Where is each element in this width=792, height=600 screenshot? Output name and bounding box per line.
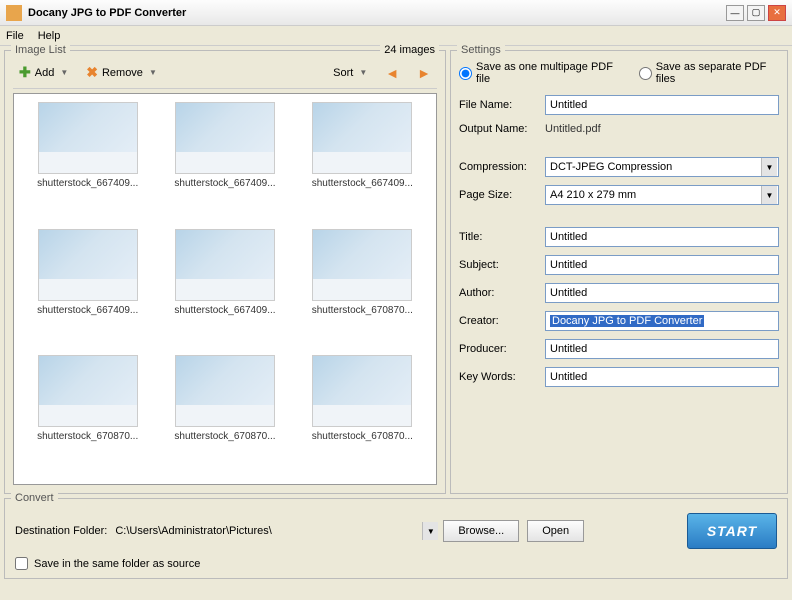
filename-label: File Name:: [459, 99, 539, 111]
thumbnail[interactable]: shutterstock_667409...: [159, 229, 290, 350]
browse-button[interactable]: Browse...: [443, 520, 519, 542]
menu-file[interactable]: File: [6, 30, 24, 42]
window-title: Docany JPG to PDF Converter: [28, 7, 726, 19]
open-button[interactable]: Open: [527, 520, 584, 542]
subject-label: Subject:: [459, 259, 539, 271]
thumbnail-grid[interactable]: shutterstock_667409... shutterstock_6674…: [13, 93, 437, 485]
minimize-button[interactable]: —: [726, 5, 744, 21]
add-button[interactable]: ✚Add▼: [13, 62, 74, 83]
app-icon: [6, 5, 22, 21]
compression-label: Compression:: [459, 161, 539, 173]
keywords-label: Key Words:: [459, 371, 539, 383]
outputname-value: Untitled.pdf: [545, 123, 601, 135]
pagesize-label: Page Size:: [459, 189, 539, 201]
thumbnail[interactable]: shutterstock_670870...: [297, 229, 428, 350]
chevron-down-icon[interactable]: ▼: [60, 68, 68, 77]
thumbnail[interactable]: shutterstock_670870...: [297, 355, 428, 476]
chevron-down-icon: ▼: [761, 158, 777, 176]
creator-label: Creator:: [459, 315, 539, 327]
thumbnail[interactable]: shutterstock_670870...: [159, 355, 290, 476]
chevron-down-icon: ▼: [761, 186, 777, 204]
radio-separate[interactable]: Save as separate PDF files: [639, 61, 779, 85]
arrow-right-icon: ►: [417, 65, 431, 81]
producer-input[interactable]: [545, 339, 779, 359]
convert-title: Convert: [11, 492, 58, 504]
prev-button[interactable]: ◄: [379, 63, 405, 83]
thumbnail[interactable]: shutterstock_667409...: [159, 102, 290, 223]
title-input[interactable]: [545, 227, 779, 247]
destfolder-select[interactable]: C:\Users\Administrator\Pictures\▼: [115, 522, 435, 540]
start-button[interactable]: START: [687, 513, 777, 549]
chevron-down-icon[interactable]: ▼: [149, 68, 157, 77]
samefolder-checkbox[interactable]: Save in the same folder as source: [15, 557, 777, 570]
sort-button[interactable]: Sort▼: [327, 65, 373, 81]
thumbnail[interactable]: shutterstock_667409...: [22, 102, 153, 223]
keywords-input[interactable]: [545, 367, 779, 387]
destfolder-label: Destination Folder:: [15, 525, 107, 537]
plus-icon: ✚: [19, 64, 31, 81]
remove-button[interactable]: ✖Remove▼: [80, 62, 163, 83]
thumbnail[interactable]: shutterstock_670870...: [22, 355, 153, 476]
pagesize-select[interactable]: A4 210 x 279 mm▼: [545, 185, 779, 205]
close-button[interactable]: ✕: [768, 5, 786, 21]
title-label: Title:: [459, 231, 539, 243]
chevron-down-icon: ▼: [422, 522, 438, 540]
chevron-down-icon[interactable]: ▼: [359, 68, 367, 77]
maximize-button[interactable]: ▢: [747, 5, 765, 21]
arrow-left-icon: ◄: [385, 65, 399, 81]
author-label: Author:: [459, 287, 539, 299]
imagelist-title: Image List: [11, 44, 70, 56]
outputname-label: Output Name:: [459, 123, 539, 135]
image-count: 24 images: [380, 44, 439, 56]
remove-icon: ✖: [86, 64, 98, 81]
next-button[interactable]: ►: [411, 63, 437, 83]
compression-select[interactable]: DCT-JPEG Compression▼: [545, 157, 779, 177]
thumbnail[interactable]: shutterstock_667409...: [297, 102, 428, 223]
thumbnail[interactable]: shutterstock_667409...: [22, 229, 153, 350]
subject-input[interactable]: [545, 255, 779, 275]
producer-label: Producer:: [459, 343, 539, 355]
radio-multipage[interactable]: Save as one multipage PDF file: [459, 61, 619, 85]
author-input[interactable]: [545, 283, 779, 303]
menu-help[interactable]: Help: [38, 30, 61, 42]
settings-title: Settings: [457, 44, 505, 56]
creator-input[interactable]: Docany JPG to PDF Converter: [545, 311, 779, 331]
filename-input[interactable]: [545, 95, 779, 115]
